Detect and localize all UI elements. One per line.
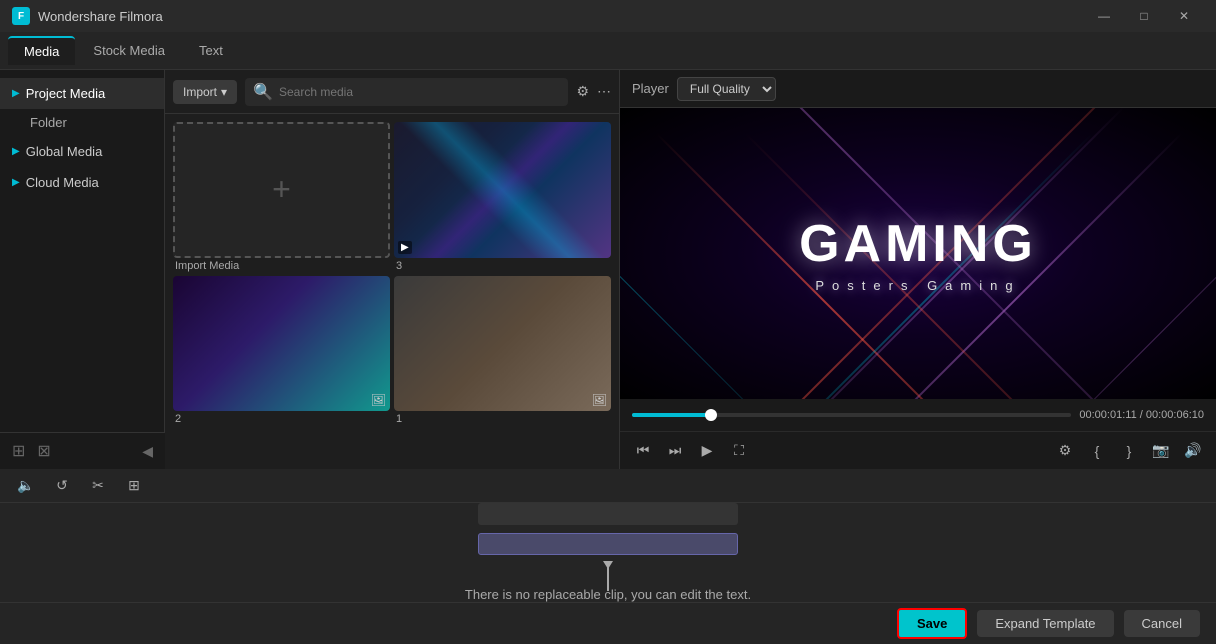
media-grid: + Import Media ▶ 3 🖼 2 🖼 xyxy=(165,114,619,469)
app-title: Wondershare Filmora xyxy=(38,9,163,24)
arrow-icon-cloud: ▶ xyxy=(12,177,20,188)
media-thumb-2[interactable]: 🖼 xyxy=(173,276,390,412)
media-panel: Import ▾ 🔍 ⚙ ⋯ + Import Media ▶ xyxy=(165,70,620,469)
media-thumb-1[interactable]: 🖼 xyxy=(394,276,611,412)
media-item-1[interactable]: 🖼 1 xyxy=(394,276,611,426)
progress-bar[interactable] xyxy=(632,413,1071,417)
progress-fill xyxy=(632,413,711,417)
bracket-open-button[interactable]: { xyxy=(1082,436,1112,466)
preview-text-overlay: GAMING Posters Gaming xyxy=(799,214,1037,293)
media-label-3: 3 xyxy=(394,260,611,272)
tab-stock-media[interactable]: Stock Media xyxy=(77,37,181,64)
search-icon: 🔍 xyxy=(253,82,273,102)
sidebar-label-global-media: Global Media xyxy=(26,144,103,159)
progress-handle[interactable] xyxy=(705,409,717,421)
media-thumb-3[interactable]: ▶ xyxy=(394,122,611,258)
tab-text[interactable]: Text xyxy=(183,37,239,64)
player-label: Player xyxy=(632,81,669,96)
crop-button[interactable]: ⛶ xyxy=(724,436,754,466)
timeline-icon-3[interactable]: ✂ xyxy=(84,472,112,500)
current-time: 00:00:01:11 xyxy=(1079,409,1136,421)
sidebar-item-folder[interactable]: Folder xyxy=(0,109,164,136)
arrow-icon: ▶ xyxy=(12,88,20,99)
media-image-icon: 🖼 xyxy=(371,393,386,407)
sidebar-label-cloud-media: Cloud Media xyxy=(26,175,99,190)
media-label-2: 2 xyxy=(173,413,390,425)
template-bar-1 xyxy=(478,503,738,525)
player-progress-bar-area: 00:00:01:11 / 00:00:06:10 xyxy=(620,399,1216,431)
preview-main-title: GAMING xyxy=(799,214,1037,274)
media-image-icon-1: 🖼 xyxy=(592,393,607,407)
import-placeholder-thumb[interactable]: + xyxy=(173,122,390,258)
cancel-button[interactable]: Cancel xyxy=(1124,610,1200,637)
sidebar-item-project-media[interactable]: ▶ Project Media xyxy=(0,78,164,109)
timeline-icon-2[interactable]: ↺ xyxy=(48,472,76,500)
main-area: ▶ Project Media Folder ▶ Global Media ▶ … xyxy=(0,70,1216,469)
window-controls: — □ ✕ xyxy=(1084,0,1204,32)
template-bar-2[interactable] xyxy=(478,533,738,555)
quality-select[interactable]: Full Quality 1/2 Quality 1/4 Quality xyxy=(677,77,776,101)
step-back-button[interactable]: ⏮ xyxy=(628,436,658,466)
template-actions: Save Expand Template Cancel xyxy=(0,602,1216,644)
timeline-toolbar: 🔈 ↺ ✂ ⊞ xyxy=(0,469,1216,503)
snapshot-button[interactable]: 📷 xyxy=(1146,436,1176,466)
media-item-3[interactable]: ▶ 3 xyxy=(394,122,611,272)
minimize-button[interactable]: — xyxy=(1084,0,1124,32)
bracket-close-button[interactable]: } xyxy=(1114,436,1144,466)
timeline-icon-4[interactable]: ⊞ xyxy=(120,472,148,500)
sidebar-item-global-media[interactable]: ▶ Global Media xyxy=(0,136,164,167)
sidebar-bottom-toolbar: ⊞ ⊠ ◀ xyxy=(0,432,165,469)
player-main-controls: ⏮ ⏭ ▶ ⛶ xyxy=(628,436,754,466)
tab-bar: Media Stock Media Text xyxy=(0,32,1216,70)
player-secondary-controls: ⚙ { } 📷 🔊 xyxy=(1050,436,1208,466)
sidebar-label-project-media: Project Media xyxy=(26,86,105,101)
titlebar: F Wondershare Filmora — □ ✕ xyxy=(0,0,1216,32)
media-type-badge: ▶ xyxy=(398,241,412,254)
media-item-2[interactable]: 🖼 2 xyxy=(173,276,390,426)
media-label-import: Import Media xyxy=(173,260,390,272)
arrow-icon-global: ▶ xyxy=(12,146,20,157)
sidebar-label-folder: Folder xyxy=(30,115,67,130)
new-sequence-icon[interactable]: ⊞ xyxy=(12,441,25,461)
media-item-import[interactable]: + Import Media xyxy=(173,122,390,272)
expand-template-button[interactable]: Expand Template xyxy=(977,610,1113,637)
template-overlay: 🔈 ↺ ✂ ⊞ There is no replaceable clip, yo… xyxy=(0,469,1216,644)
app-logo: F xyxy=(12,7,30,25)
plus-icon: + xyxy=(272,171,291,208)
total-time: 00:00:06:10 xyxy=(1146,409,1204,421)
play-button[interactable]: ▶ xyxy=(692,436,722,466)
more-options-icon[interactable]: ⋯ xyxy=(597,83,611,100)
preview-container: GAMING Posters Gaming xyxy=(620,108,1216,399)
template-bars xyxy=(478,503,738,555)
volume-button[interactable]: 🔊 xyxy=(1178,436,1208,466)
maximize-button[interactable]: □ xyxy=(1124,0,1164,32)
time-display: 00:00:01:11 / 00:00:06:10 xyxy=(1079,409,1204,421)
collapse-sidebar-icon[interactable]: ◀ xyxy=(142,443,153,460)
import-button[interactable]: Import ▾ xyxy=(173,80,237,104)
import-chevron-icon: ▾ xyxy=(221,85,227,99)
import-label: Import xyxy=(183,85,217,99)
open-folder-icon[interactable]: ⊠ xyxy=(37,441,50,461)
preview-subtitle: Posters Gaming xyxy=(799,278,1037,293)
player-buttons-bar: ⏮ ⏭ ▶ ⛶ ⚙ { } 📷 🔊 xyxy=(620,431,1216,469)
timeline-icon-1[interactable]: 🔈 xyxy=(12,472,40,500)
template-content: There is no replaceable clip, you can ed… xyxy=(0,503,1216,602)
close-button[interactable]: ✕ xyxy=(1164,0,1204,32)
player-area: Player Full Quality 1/2 Quality 1/4 Qual… xyxy=(620,70,1216,469)
search-input[interactable] xyxy=(279,85,560,99)
sidebar-item-cloud-media[interactable]: ▶ Cloud Media xyxy=(0,167,164,198)
titlebar-left: F Wondershare Filmora xyxy=(12,7,163,25)
settings-button[interactable]: ⚙ xyxy=(1050,436,1080,466)
player-header: Player Full Quality 1/2 Quality 1/4 Qual… xyxy=(620,70,1216,108)
tab-media[interactable]: Media xyxy=(8,36,75,65)
media-toolbar: Import ▾ 🔍 ⚙ ⋯ xyxy=(165,70,619,114)
search-wrapper: 🔍 xyxy=(245,78,568,106)
save-button[interactable]: Save xyxy=(897,608,967,639)
media-label-1: 1 xyxy=(394,413,611,425)
step-forward-button[interactable]: ⏭ xyxy=(660,436,690,466)
filter-icon[interactable]: ⚙ xyxy=(576,83,589,100)
sidebar: ▶ Project Media Folder ▶ Global Media ▶ … xyxy=(0,70,165,469)
